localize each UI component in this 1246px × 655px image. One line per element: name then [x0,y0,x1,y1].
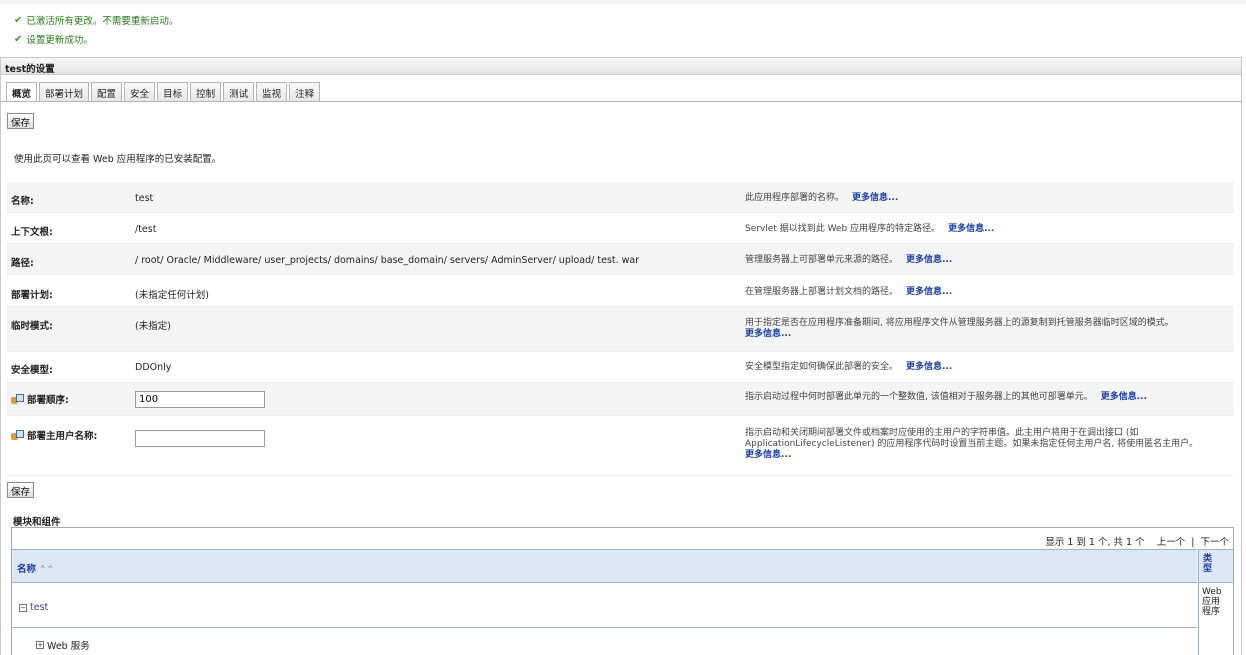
type-cell: Web 应用程序 [1198,583,1233,655]
module-name[interactable]: test [30,602,48,613]
message-text: 已激活所有更改。不需要重新启动。 [26,16,179,27]
prev-page-link[interactable]: 上一个 [1157,537,1186,548]
field-row-context-root: 上下文根: /test Servlet 据以找到此 Web 应用程序的特定路径。… [7,213,1234,244]
field-label: 路径: [11,258,34,269]
configuration-icon [11,429,24,441]
next-page-link[interactable]: 下一个 [1200,537,1229,548]
check-icon: ✔ [14,33,23,45]
tab-control[interactable]: 控制 [190,82,222,101]
field-label: 部署主用户名称: [11,428,97,442]
deployment-principal-input[interactable] [135,430,265,447]
message-text: 设置更新成功。 [26,35,93,46]
page-description: 使用此页可以查看 Web 应用程序的已安装配置。 [14,154,222,165]
more-info-link[interactable]: 更多信息... [906,255,952,265]
field-label: 上下文根: [11,227,53,238]
field-value: /test [135,224,157,235]
top-header-strip [0,0,1246,4]
more-info-link[interactable]: 更多信息... [745,329,791,339]
component-name[interactable]: Web 服务 [47,638,90,652]
table-header-type[interactable]: 类型 [1198,549,1233,583]
more-info-link[interactable]: 更多信息... [745,450,791,460]
field-value: (未指定) [135,321,171,332]
collapse-icon[interactable]: − [19,603,27,612]
pagination: 显示 1 到 1 个, 共 1 个 上一个 | 下一个 [1045,537,1229,548]
tree-node-test[interactable]: − test [19,602,48,613]
tab-configuration[interactable]: 配置 [91,82,123,101]
more-info-link[interactable]: 更多信息... [948,224,994,234]
column-name-label: 名称 [17,564,37,575]
panel-title: test的设置 [1,58,1241,75]
field-help: 此应用程序部署的名称。 更多信息... [745,193,899,203]
column-type-label: 类型 [1203,554,1213,574]
pagination-info: 显示 1 到 1 个, 共 1 个 [1045,537,1145,548]
success-message: ✔ 已激活所有更改。不需要重新启动。 [14,13,179,28]
row-divider [12,627,1197,628]
save-button[interactable]: 保存 [7,113,35,129]
field-help: 指示启动和关闭期间部署文件或档案时应使用的主用户的字符串值。此主用户将用于在调出… [745,428,1199,460]
tab-security[interactable]: 安全 [124,82,156,101]
expand-icon[interactable]: + [36,641,44,649]
field-help: Servlet 据以找到此 Web 应用程序的特定路径。 更多信息... [745,224,995,234]
tab-divider [1,101,1241,102]
field-help: 安全模型指定如何确保此部署的安全。 更多信息... [745,362,953,372]
tab-overview[interactable]: 概览 [6,82,38,101]
field-row-deployment-plan: 部署计划: (未指定任何计划) 在管理服务器上部署计划文档的路径。 更多信息... [7,275,1234,307]
field-row-security-model: 安全模型: DDOnly 安全模型指定如何确保此部署的安全。 更多信息... [7,352,1234,383]
more-info-link[interactable]: 更多信息... [852,193,898,203]
field-value: DDOnly [135,362,172,373]
success-message: ✔ 设置更新成功。 [14,32,93,47]
field-value: (未指定任何计划) [135,290,209,301]
field-label: 名称: [11,196,34,207]
field-value: test [135,193,154,204]
tab-bar: 概览 部署计划 配置 安全 目标 控制 测试 监视 注释 [6,82,322,101]
tab-notes[interactable]: 注释 [289,82,321,101]
field-label: 临时模式: [11,321,53,332]
tab-testing[interactable]: 测试 [223,82,255,101]
module-type: Web 应用程序 [1202,587,1222,617]
field-value: / root/ Oracle/ Middleware/ user_project… [135,255,640,266]
sort-icon[interactable]: ⌃⌃ [39,565,54,575]
field-help: 指示启动过程中何时部署此单元的一个整数值, 该值相对于服务器上的其他可部署单元。… [745,392,1147,402]
field-help: 管理服务器上可部署单元来源的路径。 更多信息... [745,255,953,265]
field-label: 安全模型: [11,365,53,376]
field-label: 部署顺序: [11,392,69,406]
field-help: 用于指定是否在应用程序准备期间, 将应用程序文件从管理服务器上的源复制到托管服务… [745,318,1174,339]
tab-deployment-plan[interactable]: 部署计划 [39,82,90,101]
tab-monitoring[interactable]: 监视 [256,82,288,101]
field-label: 部署计划: [11,290,53,301]
tab-targets[interactable]: 目标 [157,82,189,101]
configuration-icon [11,393,24,405]
field-row-deployment-order: 部署顺序: 指示启动过程中何时部署此单元的一个整数值, 该值相对于服务器上的其他… [7,383,1234,416]
field-row-name: 名称: test 此应用程序部署的名称。 更多信息... [7,182,1234,213]
modules-table: 显示 1 到 1 个, 共 1 个 上一个 | 下一个 名称 ⌃⌃ 类型 − te… [11,527,1234,655]
field-row-path: 路径: / root/ Oracle/ Middleware/ user_pro… [7,244,1234,275]
check-icon: ✔ [14,14,23,26]
table-header-name[interactable]: 名称 ⌃⌃ [12,549,1197,583]
tree-node-web-services[interactable]: + Web 服务 [36,638,90,652]
deployment-order-input[interactable] [135,391,265,408]
modules-section-title: 模块和组件 [13,517,61,528]
field-help: 在管理服务器上部署计划文档的路径。 更多信息... [745,287,953,297]
field-row-staging-mode: 临时模式: (未指定) 用于指定是否在应用程序准备期间, 将应用程序文件从管理服… [7,307,1234,352]
more-info-link[interactable]: 更多信息... [906,287,952,297]
save-button[interactable]: 保存 [7,482,35,498]
more-info-link[interactable]: 更多信息... [1101,392,1147,402]
more-info-link[interactable]: 更多信息... [906,362,952,372]
field-row-deployment-principal: 部署主用户名称: 指示启动和关闭期间部署文件或档案时应使用的主用户的字符串值。此… [7,416,1234,476]
